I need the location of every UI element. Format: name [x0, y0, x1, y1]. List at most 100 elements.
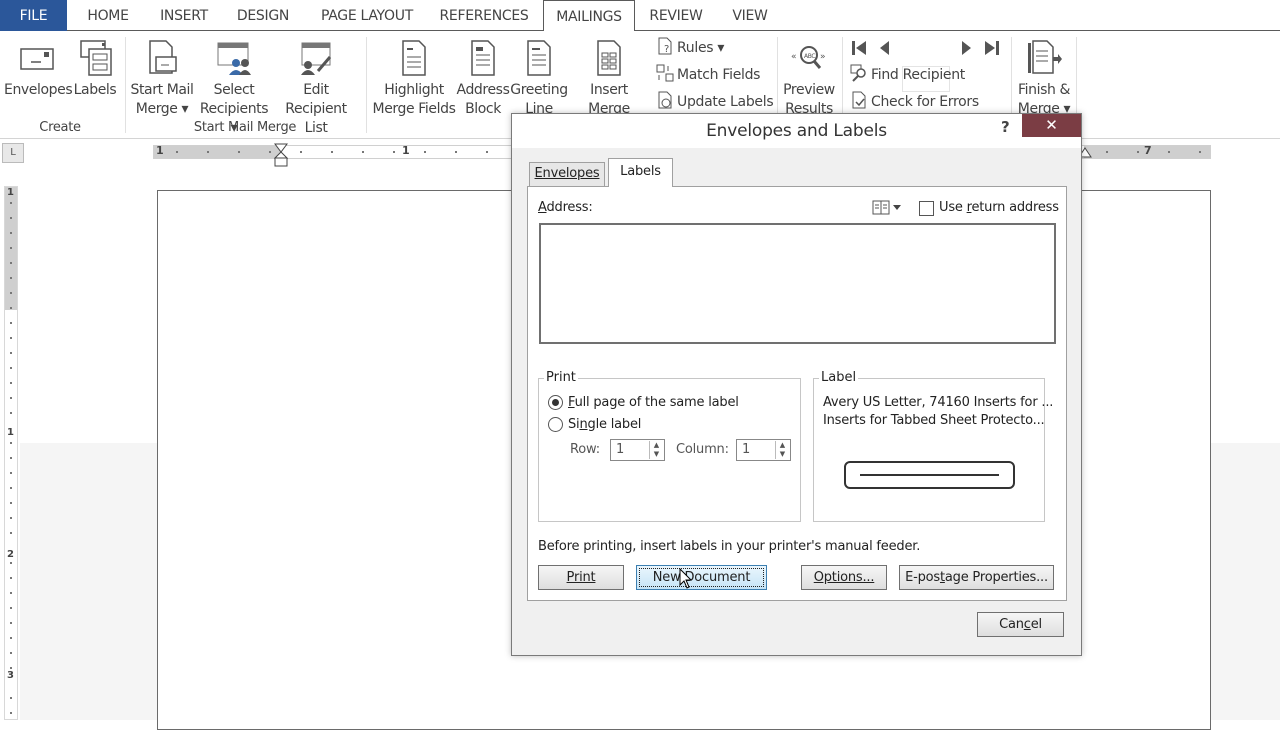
address-textarea[interactable] [539, 223, 1056, 344]
cancel-label: Cancel [999, 617, 1042, 632]
tab-page-layout[interactable]: PAGE LAYOUT [308, 0, 426, 31]
svg-text:?: ? [664, 44, 669, 55]
ruler-tick [1106, 151, 1108, 153]
options-button[interactable]: Options... [801, 565, 887, 590]
indent-marker-icon[interactable] [274, 143, 288, 167]
dialog-titlebar[interactable]: Envelopes and Labels ? ✕ [512, 114, 1081, 148]
tab-review[interactable]: REVIEW [644, 0, 708, 31]
address-block-button[interactable]: Address Block [456, 39, 510, 119]
ruler-tick [10, 667, 12, 669]
help-button[interactable]: ? [1001, 118, 1015, 136]
ruler-tick [10, 262, 12, 264]
check-errors-button[interactable]: Check for Errors [850, 91, 979, 113]
last-record-icon[interactable] [984, 40, 1000, 56]
preview-results-button[interactable]: « ABC » Preview Results [780, 39, 838, 119]
match-fields-button[interactable]: Match Fields [656, 64, 760, 86]
label-preview [844, 461, 1015, 489]
highlight-merge-fields-button[interactable]: Highlight Merge Fields [370, 39, 458, 119]
group-separator [366, 37, 367, 133]
match-fields-icon [656, 64, 674, 82]
ruler-tick [10, 247, 12, 249]
ruler-tick [10, 307, 12, 309]
preview-line1: Preview [783, 82, 835, 98]
new-document-button[interactable]: New Document [636, 565, 767, 590]
check-errors-icon [852, 91, 866, 109]
finish-merge-button[interactable]: Finish & Merge ▾ [1014, 39, 1074, 119]
ruler-tick [10, 457, 12, 459]
label-description-line1: Avery US Letter, 74160 Inserts for ... [823, 395, 1054, 410]
ruler-tick [331, 151, 333, 153]
tab-selector-button[interactable]: L [2, 143, 24, 163]
ruler-tick [207, 151, 209, 153]
envelopes-labels-dialog: Envelopes and Labels ? ✕ Envelopes Label… [511, 113, 1082, 656]
ruler-number: 2 [7, 549, 14, 560]
tab-home[interactable]: HOME [76, 0, 140, 31]
ruler-tick [10, 592, 12, 594]
labels-button[interactable]: Labels [72, 39, 118, 100]
greeting-line-button[interactable]: Greeting Line [510, 39, 568, 119]
next-record-icon[interactable] [958, 40, 974, 56]
dialog-title: Envelopes and Labels [706, 121, 887, 141]
ruler-tick [1199, 151, 1201, 153]
tab-view[interactable]: VIEW [724, 0, 776, 31]
ruler-tick [10, 442, 12, 444]
first-record-icon[interactable] [851, 40, 867, 56]
ruler-number: 1 [156, 144, 164, 157]
label-description-line2: Inserts for Tabbed Sheet Protecto... [823, 413, 1045, 428]
finish-line1: Finish & [1017, 82, 1071, 98]
tab-labels[interactable]: Labels [608, 158, 673, 187]
column-spinner[interactable]: 1 ▲ ▼ [736, 439, 791, 461]
rules-button[interactable]: ? Rules ▾ [656, 37, 724, 59]
epostage-properties-button[interactable]: E-postage Properties... [899, 565, 1054, 590]
update-labels-icon [658, 91, 672, 109]
recipients-icon [217, 42, 251, 75]
column-label: Column: [676, 442, 729, 457]
print-button[interactable]: Print [538, 565, 624, 590]
finish-merge-icon [1028, 40, 1062, 74]
find-recipient-icon [850, 64, 866, 82]
envelopes-button[interactable]: Envelopes [4, 39, 73, 100]
column-spin-arrows-icon[interactable]: ▲ ▼ [775, 441, 789, 459]
ruler-tick [10, 607, 12, 609]
tab-file[interactable]: FILE [0, 0, 67, 31]
new-document-label: New Document [652, 570, 751, 585]
ruler-number: 7 [1144, 144, 1152, 157]
ruler-tick [10, 217, 12, 219]
find-recipient-label: Find Recipient [871, 67, 965, 83]
previous-record-icon[interactable] [877, 40, 893, 56]
highlight-line2: Merge Fields [372, 101, 456, 117]
find-recipient-button[interactable]: Find Recipient [850, 64, 965, 86]
update-labels-button[interactable]: Update Labels [656, 91, 774, 113]
select-recipients-line1: Select [213, 82, 255, 98]
tab-design[interactable]: DESIGN [228, 0, 298, 31]
row-spinner[interactable]: 1 ▲ ▼ [610, 439, 665, 461]
address-book-icon[interactable] [872, 199, 902, 217]
cancel-button[interactable]: Cancel [977, 612, 1064, 637]
use-return-address-label: Use return address [939, 200, 1059, 215]
full-page-radio[interactable] [548, 395, 563, 410]
column-value: 1 [742, 442, 751, 457]
start-mail-merge-line1: Start Mail [130, 82, 194, 98]
single-label-radio[interactable] [548, 417, 563, 432]
ruler-tick [424, 151, 426, 153]
use-return-address-checkbox[interactable] [919, 201, 934, 216]
ruler-tick [10, 397, 12, 399]
edit-list-icon [301, 42, 332, 75]
start-mail-merge-button[interactable]: Start Mail Merge ▾ [128, 39, 196, 119]
options-label: Options... [813, 570, 875, 585]
row-spin-arrows-icon[interactable]: ▲ ▼ [649, 441, 663, 459]
ruler-tick [10, 232, 12, 234]
tab-envelopes[interactable]: Envelopes [529, 162, 605, 186]
insert-field-icon [597, 40, 621, 76]
ruler-number: 1 [7, 427, 14, 438]
ruler-tick [10, 337, 12, 339]
close-button[interactable]: ✕ [1022, 114, 1081, 137]
ruler-number: 3 [7, 670, 14, 681]
tab-references[interactable]: REFERENCES [436, 0, 532, 31]
label-group[interactable]: Label Avery US Letter, 74160 Inserts for… [813, 370, 1053, 522]
vertical-ruler[interactable]: 1 1 2 3 [4, 186, 18, 720]
tab-mailings[interactable]: MAILINGS [543, 0, 635, 32]
tab-insert[interactable]: INSERT [150, 0, 218, 31]
envelopes-label: Envelopes [4, 82, 73, 98]
label-preview-line [860, 474, 999, 476]
